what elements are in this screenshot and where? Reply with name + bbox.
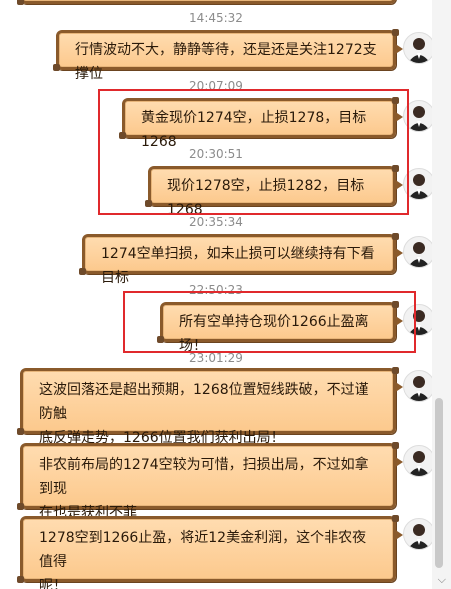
avatar-icon[interactable] [403, 370, 432, 402]
bubble-tail [394, 381, 403, 393]
highlight-box [98, 89, 409, 215]
bubble-tail [394, 247, 403, 259]
message-bubble: 非农前布局的1274空较为可惜，扫损出局，不过如拿到现 在也是获利不菲 [17, 442, 403, 521]
message-text-line: 呢！ [39, 578, 67, 589]
message-bubble-partial [17, 0, 396, 5]
bubble-tail [394, 456, 403, 468]
bubble-tail [394, 43, 403, 55]
message-text-line: 非农前布局的1274空较为可惜，扫损出局，不过如拿到现 [39, 457, 369, 497]
message-bubble: 这波回落还是超出预期，1268位置短线跌破，不过谨防触 底反弹走势，1266位置… [17, 367, 403, 446]
message-timestamp: 20:35:34 [189, 215, 243, 229]
message-text-line: 这波回落还是超出预期，1268位置短线跌破，不过谨防触 [39, 382, 369, 422]
bubble-tail [394, 529, 403, 541]
message-bubble: 1278空到1266止盈，将近12美金利润，这个非农夜值得 呢！ [17, 515, 403, 589]
message-timestamp: 23:01:29 [189, 351, 243, 365]
message-text: 1274空单扫损，如未止损可以继续持有下看目标 [101, 246, 375, 286]
avatar-icon[interactable] [403, 518, 432, 550]
avatar-icon[interactable] [403, 445, 432, 477]
vertical-scrollbar[interactable]: ⌵ [432, 0, 451, 589]
message-bubble: 行情波动不大，静静等待，还是还是关注1272支撑位 [53, 29, 403, 82]
message-timestamp: 14:45:32 [189, 11, 243, 25]
scrollbar-thumb[interactable] [435, 398, 443, 568]
message-bubble: 1274空单扫损，如未止损可以继续持有下看目标 [79, 233, 403, 286]
avatar-icon[interactable] [403, 32, 432, 64]
avatar-icon[interactable] [403, 236, 432, 268]
message-text-line: 1278空到1266止盈，将近12美金利润，这个非农夜值得 [39, 530, 367, 570]
chevron-down-icon[interactable]: ⌵ [438, 573, 446, 587]
chat-history: 14:45:32 行情波动不大，静静等待，还是还是关注1272支撑位 20:07… [0, 0, 432, 589]
highlight-box [123, 291, 416, 353]
message-text: 行情波动不大，静静等待，还是还是关注1272支撑位 [75, 42, 377, 82]
